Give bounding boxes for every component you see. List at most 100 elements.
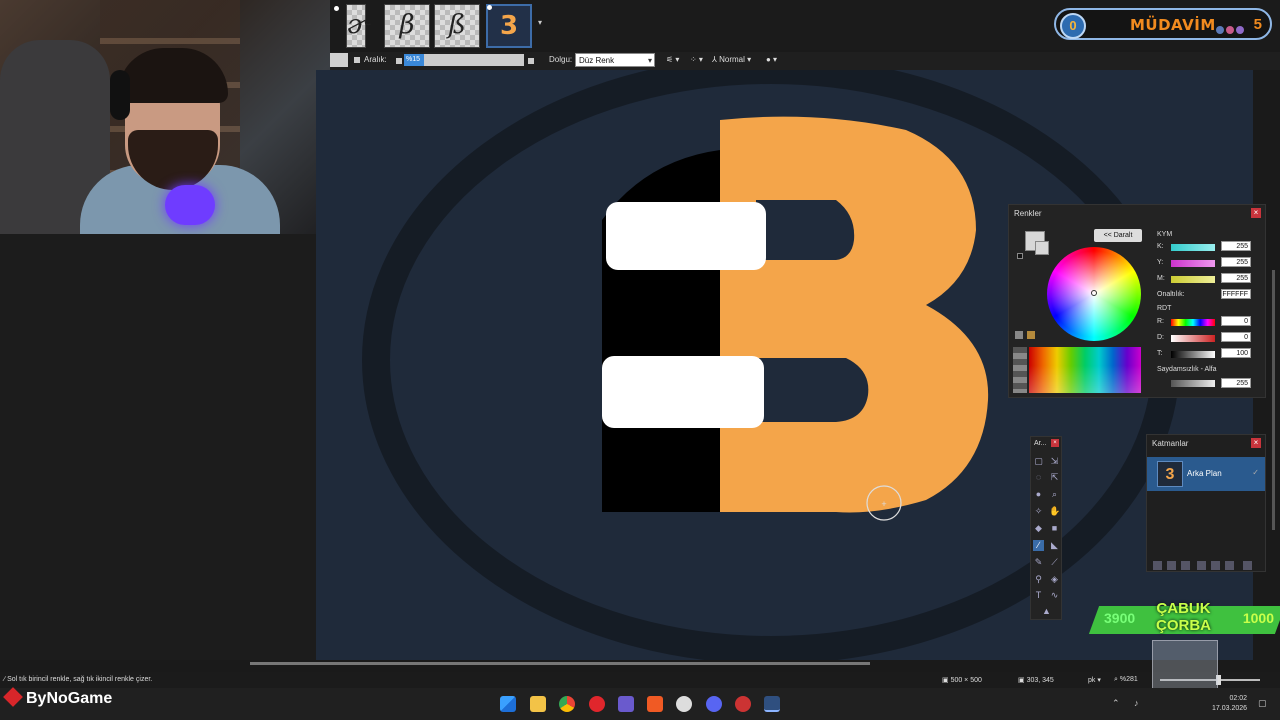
tools-panel: Ar... × ▢ ⇲ ◌ ⇱ ● ⌕ ✧ ✋ ◆ ■ ∕ ◣ ✎ ⟋ ⚲ ◈ …: [1030, 436, 1062, 620]
paintbrush-icon[interactable]: ∕: [1033, 540, 1044, 551]
color-palette[interactable]: [1029, 347, 1141, 393]
color-picker-icon[interactable]: ⟋: [1049, 557, 1060, 568]
gradient-icon[interactable]: ■: [1049, 523, 1060, 534]
collapse-button[interactable]: << Daralt: [1094, 229, 1142, 242]
d-field[interactable]: 0: [1221, 332, 1251, 342]
close-icon[interactable]: ×: [1251, 438, 1261, 448]
color-wheel-selector[interactable]: [1091, 290, 1097, 296]
saturation-slider[interactable]: [1171, 335, 1215, 342]
spacing-option: Aralık:: [354, 55, 387, 64]
chrome-icon[interactable]: [559, 696, 575, 712]
layer-visibility-checkbox[interactable]: ✓: [1252, 468, 1259, 477]
image-tab-4-active[interactable]: 3: [486, 4, 532, 48]
alpha-blend-toggle[interactable]: ⁘ ▾: [690, 55, 703, 64]
app-icon-2[interactable]: [735, 696, 751, 712]
close-icon[interactable]: ×: [1051, 439, 1059, 447]
m-field[interactable]: 255: [1221, 273, 1251, 283]
fill-dropdown[interactable]: Düz Renk ▾: [575, 53, 655, 67]
y-field[interactable]: 255: [1221, 257, 1251, 267]
shapes-icon[interactable]: ▲: [1041, 606, 1052, 617]
horizontal-scrollbar[interactable]: [250, 662, 870, 665]
move-layer-up-icon[interactable]: [1211, 561, 1220, 570]
tray-chevron-up-icon[interactable]: ⌃: [1112, 698, 1120, 709]
image-tab-1[interactable]: ɚ: [346, 4, 369, 48]
windows-start-icon[interactable]: [500, 696, 516, 712]
value-slider[interactable]: [1171, 351, 1215, 358]
brave-icon[interactable]: [647, 696, 663, 712]
pan-icon[interactable]: ✋: [1049, 506, 1060, 517]
alpha-slider[interactable]: [1171, 380, 1215, 387]
rectangle-select-icon[interactable]: ▢: [1033, 456, 1044, 467]
spacing-value: %15: [404, 54, 424, 66]
paint-net-icon[interactable]: [764, 696, 780, 712]
antialias-toggle[interactable]: ⚟ ▾: [666, 55, 679, 64]
mudavim-count-left: 0: [1069, 18, 1077, 33]
y-slider[interactable]: [1171, 260, 1215, 267]
text-icon[interactable]: T: [1033, 590, 1044, 601]
eraser-icon[interactable]: ◣: [1049, 540, 1060, 551]
paint-bucket-icon[interactable]: ◆: [1033, 523, 1044, 534]
opera-icon[interactable]: [589, 696, 605, 712]
move-layer-down-icon[interactable]: [1225, 561, 1234, 570]
app-icon[interactable]: [618, 696, 634, 712]
image-tab-3[interactable]: ß: [434, 4, 480, 48]
k-label: K:: [1157, 243, 1164, 250]
k-field[interactable]: 255: [1221, 241, 1251, 251]
notifications-icon[interactable]: ▢: [1258, 698, 1267, 709]
hue-slider[interactable]: [1171, 319, 1215, 326]
rgb-header: RDT: [1157, 305, 1172, 312]
duplicate-layer-icon[interactable]: [1181, 561, 1190, 570]
alpha-field[interactable]: 255: [1221, 378, 1251, 388]
add-layer-icon[interactable]: [1153, 561, 1162, 570]
status-hint: ∕ Sol tık birincil renkle, sağ tık ikinc…: [4, 676, 152, 683]
spacing-settings[interactable]: [528, 56, 538, 65]
merge-layer-icon[interactable]: [1197, 561, 1206, 570]
hex-field[interactable]: FFFFFF: [1221, 289, 1251, 299]
zoom-icon[interactable]: ⌕: [1049, 489, 1060, 500]
vertical-scroll-thumb[interactable]: [1272, 270, 1275, 530]
lasso-select-icon[interactable]: ◌: [1033, 472, 1044, 483]
selection-quality-dropdown[interactable]: ● ▾: [766, 55, 777, 64]
layer-row[interactable]: 3 Arka Plan ✓: [1147, 457, 1265, 491]
image-size: ▣ 500 × 500: [942, 676, 982, 684]
chatgpt-icon[interactable]: [676, 696, 692, 712]
ellipse-select-icon[interactable]: ●: [1033, 489, 1044, 500]
palette-greys[interactable]: [1013, 347, 1027, 393]
discord-icon[interactable]: [706, 696, 722, 712]
layer-properties-icon[interactable]: [1243, 561, 1252, 570]
close-icon[interactable]: ×: [1251, 208, 1261, 218]
file-explorer-icon[interactable]: [530, 696, 546, 712]
recolor-icon[interactable]: ◈: [1049, 574, 1060, 585]
image-tab-2[interactable]: β: [384, 4, 430, 48]
k-slider[interactable]: [1171, 244, 1215, 251]
microphone-icon[interactable]: ♪: [1134, 698, 1139, 708]
dot-icon: [1216, 26, 1224, 34]
delete-layer-icon[interactable]: [1167, 561, 1176, 570]
blend-mode-dropdown[interactable]: ⅄ Normal ▾: [712, 55, 751, 64]
dot-icon: [1236, 26, 1244, 34]
line-curve-icon[interactable]: ∿: [1049, 590, 1060, 601]
options-color-swatch[interactable]: [330, 53, 348, 67]
clone-stamp-icon[interactable]: ⚲: [1033, 574, 1044, 585]
units-dropdown[interactable]: pk ▾: [1088, 676, 1101, 684]
t-field[interactable]: 100: [1221, 348, 1251, 358]
tabs-dropdown-icon[interactable]: ▾: [538, 18, 542, 27]
zoom-value[interactable]: ⌕ %281: [1114, 676, 1138, 684]
goal-line1: ÇABUK: [1156, 600, 1211, 617]
hsv-header: KYM: [1157, 231, 1173, 238]
status-bar: ∕ Sol tık birincil renkle, sağ tık ikinc…: [0, 672, 1280, 688]
palette-menu-icon[interactable]: [1027, 331, 1035, 339]
mudavim-label: MÜDAVİM: [1130, 16, 1216, 34]
spacing-slider[interactable]: %15: [404, 54, 524, 66]
r-field[interactable]: 0: [1221, 316, 1251, 326]
system-clock[interactable]: 02:02 17.03.2026: [1212, 694, 1247, 714]
pencil-icon[interactable]: ✎: [1033, 557, 1044, 568]
m-slider[interactable]: [1171, 276, 1215, 283]
logo-lower-counter: [756, 358, 869, 422]
palette-add-icon[interactable]: [1015, 331, 1023, 339]
magic-wand-icon[interactable]: ✧: [1033, 506, 1044, 517]
default-colors-icon[interactable]: [1017, 253, 1023, 259]
move-selected-icon[interactable]: ⇲: [1049, 456, 1060, 467]
secondary-color-swatch[interactable]: [1035, 241, 1049, 255]
move-selection-icon[interactable]: ⇱: [1049, 472, 1060, 483]
